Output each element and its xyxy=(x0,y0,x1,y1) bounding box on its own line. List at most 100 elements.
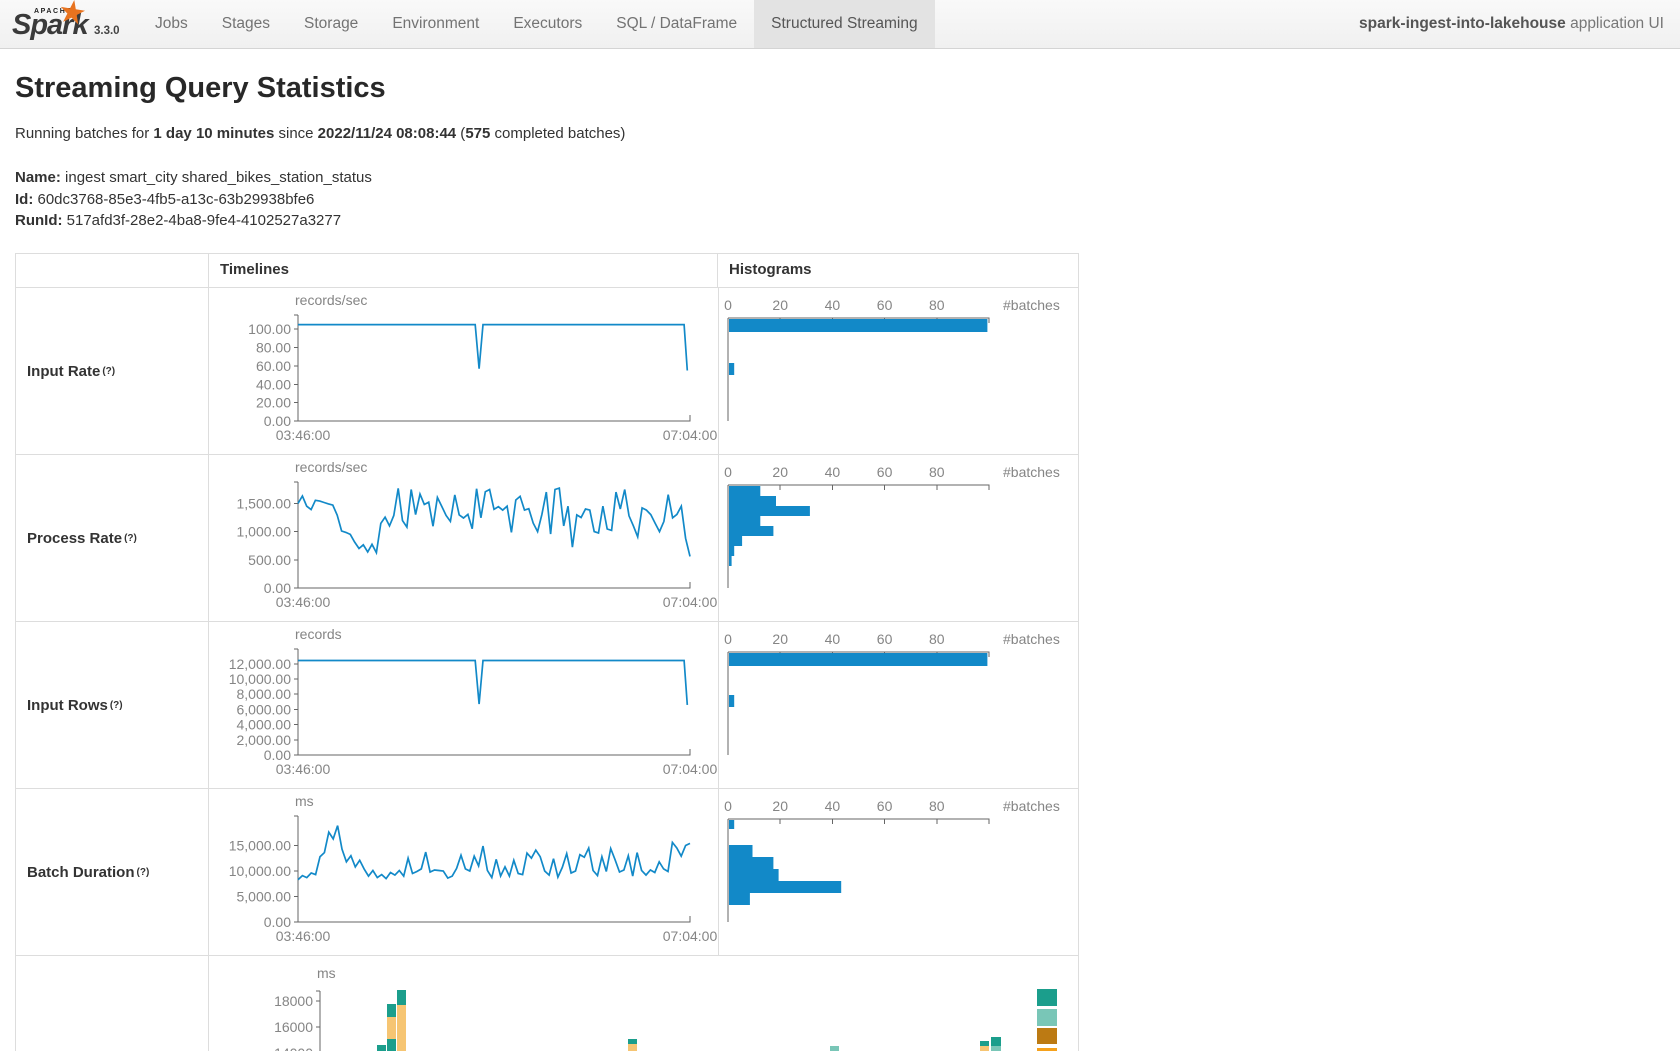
stats-row-input-rate: Input Rate(?)records/sec100.0080.0060.00… xyxy=(16,288,1078,455)
svg-text:03:46:00: 03:46:00 xyxy=(276,761,331,777)
meta-line: Name: ingest smart_city shared_bikes_sta… xyxy=(15,167,372,189)
help-icon[interactable]: (?) xyxy=(137,867,150,878)
application-name: spark-ingest-into-lakehouse xyxy=(1359,15,1566,32)
page-title: Streaming Query Statistics xyxy=(15,72,386,105)
row-label-text: Input Rate xyxy=(27,363,100,380)
svg-text:20.00: 20.00 xyxy=(256,395,291,411)
svg-text:10,000.00: 10,000.00 xyxy=(229,671,291,687)
svg-text:60: 60 xyxy=(877,798,893,814)
svg-text:records/sec: records/sec xyxy=(295,292,367,308)
svg-text:40.00: 40.00 xyxy=(256,376,291,392)
histogram-cell-batch-duration: 020406080#batches xyxy=(719,789,1078,955)
tab-sql-dataframe[interactable]: SQL / DataFrame xyxy=(599,0,754,48)
timeline-cell-input-rows: records12,000.0010,000.008,000.006,000.0… xyxy=(209,622,719,788)
svg-text:0: 0 xyxy=(724,297,732,313)
help-icon[interactable]: (?) xyxy=(124,533,137,544)
svg-text:60.00: 60.00 xyxy=(256,358,291,374)
svg-text:5,000.00: 5,000.00 xyxy=(237,889,292,905)
svg-text:records: records xyxy=(295,626,342,642)
svg-text:80: 80 xyxy=(929,464,945,480)
svg-text:80: 80 xyxy=(929,631,945,647)
row-label-input-rate: Input Rate(?) xyxy=(16,288,209,454)
stats-header-timelines: Timelines xyxy=(209,254,718,287)
svg-text:0: 0 xyxy=(724,464,732,480)
svg-text:80: 80 xyxy=(929,297,945,313)
stats-header-histograms: Histograms xyxy=(718,254,1077,287)
operation-duration-cell: ms180001600014000 xyxy=(209,956,1078,1051)
svg-text:80: 80 xyxy=(929,798,945,814)
streaming-stats-table: TimelinesHistogramsInput Rate(?)records/… xyxy=(15,253,1079,1051)
spark-logo[interactable]: APACHE Spark ★ xyxy=(10,2,94,46)
svg-text:#batches: #batches xyxy=(1003,297,1060,313)
stats-header-empty xyxy=(16,254,209,287)
svg-text:07:04:00: 07:04:00 xyxy=(663,427,718,443)
help-icon[interactable]: (?) xyxy=(102,366,115,377)
svg-text:15,000.00: 15,000.00 xyxy=(229,838,291,854)
stats-row-process-rate: Process Rate(?)records/sec1,500.001,000.… xyxy=(16,455,1078,622)
batch-duration-histogram-chart: 020406080#batches xyxy=(719,789,1078,955)
svg-text:40: 40 xyxy=(825,464,841,480)
svg-text:2,000.00: 2,000.00 xyxy=(237,732,292,748)
input-rows-timeline-chart: records12,000.0010,000.008,000.006,000.0… xyxy=(209,622,718,788)
svg-text:60: 60 xyxy=(877,631,893,647)
svg-text:10,000.00: 10,000.00 xyxy=(229,863,291,879)
row-label-process-rate: Process Rate(?) xyxy=(16,455,209,621)
timeline-cell-process-rate: records/sec1,500.001,000.00500.000.0003:… xyxy=(209,455,719,621)
input-rate-histogram-chart: 020406080#batches xyxy=(719,288,1078,454)
svg-text:6,000.00: 6,000.00 xyxy=(237,701,292,717)
row-label-text: Process Rate xyxy=(27,530,122,547)
svg-text:1,000.00: 1,000.00 xyxy=(237,524,292,540)
nav-tabs: JobsStagesStorageEnvironmentExecutorsSQL… xyxy=(138,0,935,48)
tab-structured-streaming[interactable]: Structured Streaming xyxy=(754,0,934,48)
svg-text:40: 40 xyxy=(825,297,841,313)
svg-text:07:04:00: 07:04:00 xyxy=(663,928,718,944)
svg-text:03:46:00: 03:46:00 xyxy=(276,928,331,944)
svg-text:records/sec: records/sec xyxy=(295,459,367,475)
svg-text:20: 20 xyxy=(772,631,788,647)
timeline-cell-input-rate: records/sec100.0080.0060.0040.0020.000.0… xyxy=(209,288,719,454)
timeline-cell-batch-duration: ms15,000.0010,000.005,000.000.0003:46:00… xyxy=(209,789,719,955)
svg-text:#batches: #batches xyxy=(1003,798,1060,814)
svg-text:03:46:00: 03:46:00 xyxy=(276,427,331,443)
svg-text:ms: ms xyxy=(295,793,314,809)
histogram-cell-input-rows: 020406080#batches xyxy=(719,622,1078,788)
row-label-input-rows: Input Rows(?) xyxy=(16,622,209,788)
svg-text:03:46:00: 03:46:00 xyxy=(276,594,331,610)
row-label-text: Batch Duration xyxy=(27,864,135,881)
stats-row-batch-duration: Batch Duration(?) ms 15,000.00 10,000.00 5,0… xyxy=(16,789,1078,956)
histogram-cell-process-rate: 020406080#batches xyxy=(719,455,1078,621)
svg-text:20: 20 xyxy=(772,297,788,313)
process-rate-histogram-chart: 020406080#batches xyxy=(719,455,1078,621)
svg-text:8,000.00: 8,000.00 xyxy=(237,686,292,702)
stats-row-operation-duration: ms180001600014000 xyxy=(16,956,1078,1051)
tab-jobs[interactable]: Jobs xyxy=(138,0,205,48)
svg-text:0: 0 xyxy=(724,631,732,647)
stats-header-row: TimelinesHistograms xyxy=(16,254,1078,288)
svg-text:14000: 14000 xyxy=(274,1045,313,1051)
svg-text:4,000.00: 4,000.00 xyxy=(237,717,292,733)
svg-text:80.00: 80.00 xyxy=(256,340,291,356)
row-label-batch-duration: Batch Duration(?) xyxy=(16,789,209,955)
svg-text:40: 40 xyxy=(825,631,841,647)
tab-environment[interactable]: Environment xyxy=(375,0,496,48)
meta-line: RunId: 517afd3f-28e2-4ba8-9fe4-4102527a3… xyxy=(15,210,372,232)
application-ui-suffix: application UI xyxy=(1566,15,1664,32)
svg-text:40: 40 xyxy=(825,798,841,814)
histogram-cell-input-rate: 020406080#batches xyxy=(719,288,1078,454)
tab-stages[interactable]: Stages xyxy=(205,0,287,48)
svg-text:07:04:00: 07:04:00 xyxy=(663,761,718,777)
running-batches-line: Running batches for 1 day 10 minutes sin… xyxy=(15,125,625,142)
svg-text:18000: 18000 xyxy=(274,993,313,1009)
tab-executors[interactable]: Executors xyxy=(496,0,599,48)
svg-text:#batches: #batches xyxy=(1003,464,1060,480)
svg-text:20: 20 xyxy=(772,464,788,480)
svg-text:500.00: 500.00 xyxy=(248,552,291,568)
navbar: APACHE Spark ★ 3.3.0 JobsStagesStorageEn… xyxy=(0,0,1680,49)
row-label-operation-duration xyxy=(16,956,209,1051)
help-icon[interactable]: (?) xyxy=(110,700,123,711)
svg-text:07:04:00: 07:04:00 xyxy=(663,594,718,610)
tab-storage[interactable]: Storage xyxy=(287,0,375,48)
svg-text:12,000.00: 12,000.00 xyxy=(229,656,291,672)
row-label-text: Input Rows xyxy=(27,697,108,714)
svg-text:20: 20 xyxy=(772,798,788,814)
